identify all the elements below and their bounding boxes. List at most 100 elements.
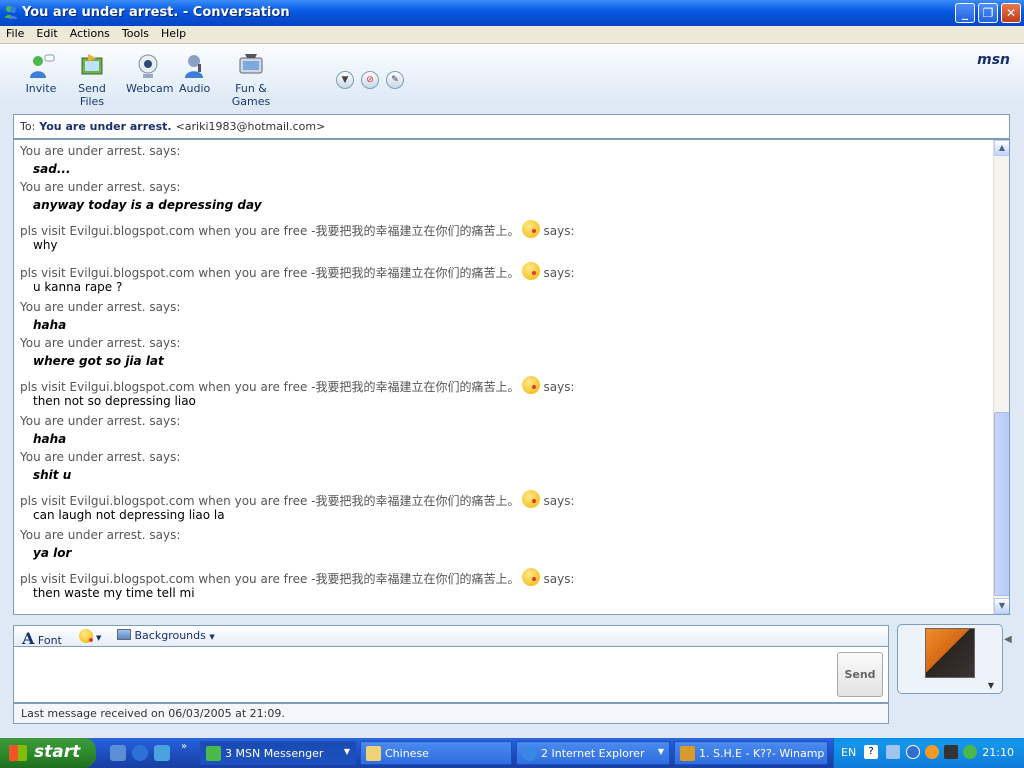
message-text: haha <box>33 318 67 332</box>
toolbar: Invite Send Files Webcam Audio Fun & Gam… <box>0 44 1024 108</box>
collapse-panel-icon[interactable]: ◀ <box>1004 634 1012 658</box>
backgrounds-label: Backgrounds <box>134 629 206 642</box>
chevron-down-icon[interactable]: ▼ <box>988 681 994 690</box>
scroll-down-button[interactable]: ▼ <box>994 598 1009 614</box>
minimize-button[interactable]: _ <box>955 3 975 23</box>
fun-games-button[interactable]: Fun & Games <box>218 52 284 108</box>
backgrounds-button[interactable]: Backgrounds ▼ <box>117 629 215 642</box>
message-sender-line: pls visit Evilgui.blogspot.com when you … <box>20 564 990 586</box>
backgrounds-icon <box>117 629 131 640</box>
task-winamp[interactable]: 1. S.H.E - K??- Winamp <box>674 741 828 765</box>
chevron-up-icon: ▲ <box>998 143 1006 152</box>
says-label: says: <box>543 380 575 394</box>
send-files-button[interactable]: Send Files <box>66 52 118 108</box>
ie-icon[interactable] <box>132 745 148 761</box>
outlook-icon[interactable] <box>154 745 170 761</box>
task-internet-explorer[interactable]: 2 Internet Explorer ▼ <box>516 741 670 765</box>
webcam-icon <box>138 54 158 78</box>
recipient-bar: To: You are under arrest. <ariki1983@hotma… <box>13 114 1010 139</box>
webcam-label: Webcam <box>126 82 174 95</box>
chevron-down-icon: ▼ <box>343 747 350 756</box>
clock[interactable]: 21:10 <box>982 746 1014 759</box>
tongue-smiley-icon <box>522 568 541 586</box>
task-chinese-folder[interactable]: Chinese <box>360 741 512 765</box>
block-button[interactable]: ⊘ <box>361 71 379 89</box>
message-sender: pls visit Evilgui.blogspot.com when you … <box>20 266 520 280</box>
audio-button[interactable]: Audio <box>179 52 211 95</box>
message-text: anyway today is a depressing day <box>33 198 262 212</box>
msn-tray-icon[interactable] <box>963 745 977 759</box>
invite-button[interactable]: Invite <box>24 52 58 95</box>
message-input[interactable]: Send <box>13 647 889 703</box>
message-text: then not so depressing liao <box>33 394 196 408</box>
message-text: u kanna rape ? <box>33 280 123 294</box>
vertical-scrollbar[interactable]: ▲ ▼ <box>993 140 1009 614</box>
message-text: ya lor <box>33 546 72 560</box>
ie-icon <box>522 746 537 761</box>
network-icon[interactable] <box>886 745 900 759</box>
font-button[interactable]: A Font <box>22 629 62 648</box>
message-text: can laugh not depressing liao la <box>33 508 225 522</box>
message-sender: pls visit Evilgui.blogspot.com when you … <box>20 380 520 394</box>
conversation-history[interactable]: You are under arrest. says: sad... You a… <box>13 139 1010 615</box>
help-icon[interactable]: ? <box>864 745 878 759</box>
to-label: To: <box>20 120 36 133</box>
fun-games-label: Fun & Games <box>231 82 271 108</box>
webcam-button[interactable]: Webcam <box>126 52 174 95</box>
emoticon-button[interactable]: ▼ <box>76 629 101 643</box>
title-bar[interactable]: You are under arrest. - Conversation _ ❐… <box>0 0 1024 26</box>
tongue-smiley-icon <box>522 490 541 508</box>
scroll-up-button[interactable]: ▲ <box>994 140 1009 156</box>
avatar[interactable] <box>925 628 975 678</box>
msn-logo: msn <box>977 52 1010 68</box>
message-sender: You are under arrest. says: <box>20 300 181 314</box>
menu-tools[interactable]: Tools <box>116 26 155 40</box>
audio-label: Audio <box>179 82 211 95</box>
start-label: start <box>34 742 81 762</box>
block-icon: ⊘ <box>366 75 374 85</box>
menu-edit[interactable]: Edit <box>30 26 63 40</box>
menu-actions[interactable]: Actions <box>64 26 116 40</box>
message-sender: pls visit Evilgui.blogspot.com when you … <box>20 494 520 508</box>
message-sender-line: pls visit Evilgui.blogspot.com when you … <box>20 216 990 238</box>
task-msn-messenger[interactable]: 3 MSN Messenger ▼ <box>200 741 356 765</box>
fun-games-icon <box>239 54 263 74</box>
chevron-right-icon[interactable]: » <box>181 741 187 752</box>
show-desktop-icon[interactable] <box>110 745 126 761</box>
app-tray-icon[interactable] <box>944 745 958 759</box>
format-toolbar: A Font ▼ Backgrounds ▼ <box>13 625 889 648</box>
task-label: Chinese <box>385 747 429 760</box>
start-button[interactable]: start <box>0 738 96 768</box>
options-button[interactable]: ✎ <box>386 71 404 89</box>
winamp-tray-icon[interactable] <box>925 745 939 759</box>
invite-icon <box>30 54 55 78</box>
message-sender: You are under arrest. says: <box>20 528 181 542</box>
task-label: 2 Internet Explorer <box>541 747 645 760</box>
taskbar: start » 3 MSN Messenger ▼ Chinese 2 Inte… <box>0 738 1024 768</box>
emoticon-icon <box>79 629 93 643</box>
maximize-button[interactable]: ❐ <box>978 3 998 23</box>
message-sender: You are under arrest. says: <box>20 144 181 158</box>
send-button[interactable]: Send <box>837 652 883 697</box>
close-button[interactable]: ✕ <box>1001 3 1021 23</box>
chevron-down-icon: ▼ <box>341 75 349 85</box>
message-list: You are under arrest. says: sad... You a… <box>20 144 990 606</box>
scrollbar-thumb[interactable] <box>994 412 1009 596</box>
task-label: 3 MSN Messenger <box>225 747 324 760</box>
display-picture-panel: ▼ <box>897 624 1003 694</box>
language-indicator[interactable]: EN <box>841 746 856 759</box>
font-icon: A <box>22 629 35 648</box>
message-sender: pls visit Evilgui.blogspot.com when you … <box>20 224 520 238</box>
message-sender-line: pls visit Evilgui.blogspot.com when you … <box>20 372 990 394</box>
menu-help[interactable]: Help <box>155 26 192 40</box>
message-sender: You are under arrest. says: <box>20 414 181 428</box>
message-text: shit u <box>33 468 72 482</box>
chevron-left-icon[interactable] <box>906 745 920 759</box>
conversation-window: You are under arrest. - Conversation _ ❐… <box>0 0 1024 738</box>
block-menu-button[interactable]: ▼ <box>336 71 354 89</box>
task-label: 1. S.H.E - K??- Winamp <box>699 747 825 760</box>
tongue-smiley-icon <box>522 262 541 280</box>
says-label: says: <box>543 266 575 280</box>
menu-file[interactable]: File <box>0 26 30 40</box>
audio-icon <box>185 55 203 78</box>
